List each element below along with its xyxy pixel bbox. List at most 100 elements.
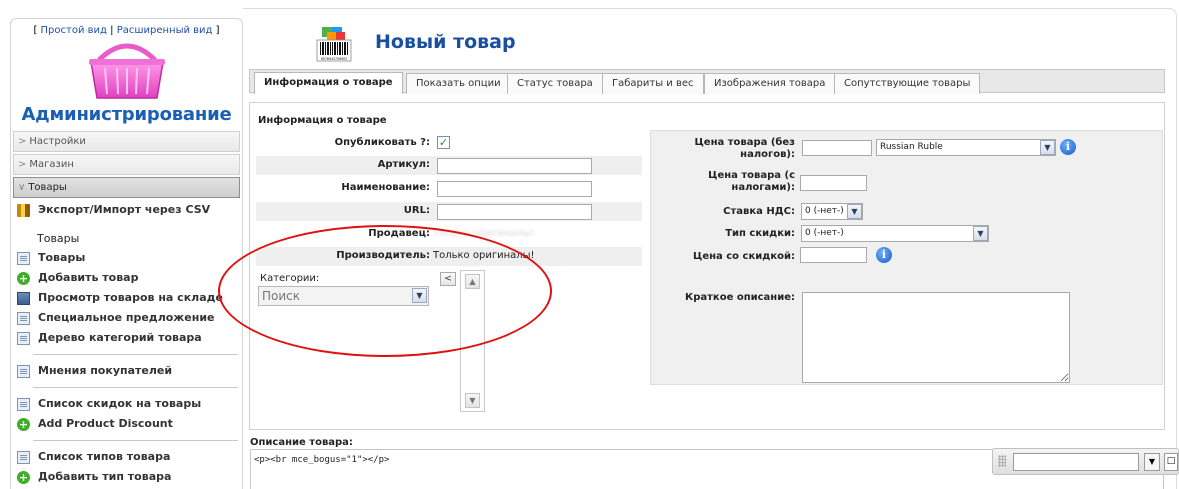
section-products[interactable]: ∨ Товары: [13, 177, 240, 198]
sidebar-item-label: Add Product Discount: [38, 417, 173, 430]
document-icon: [17, 311, 30, 325]
tab-product-status[interactable]: Статус товара: [507, 73, 603, 94]
section-settings[interactable]: > Настройки: [13, 131, 240, 152]
price-gross-label: Цена товара (с налогами):: [708, 170, 795, 193]
description-label: Описание товара:: [250, 437, 353, 448]
tab-product-info[interactable]: Информация о товаре: [254, 72, 403, 94]
admin-sidebar: [ Простой вид | Расширенный вид ] Админи…: [10, 18, 243, 489]
row-publish: Опубликовать ?: ✓: [256, 134, 642, 153]
divider: [33, 440, 238, 441]
discount-type-select[interactable]: 0 (-нет-) ▼: [801, 225, 989, 242]
sidebar-item-discount-list[interactable]: Список скидок на товары: [11, 394, 242, 414]
sidebar-item-category-tree[interactable]: Дерево категорий товара: [11, 328, 242, 348]
scroll-down-icon[interactable]: ▼: [465, 393, 480, 408]
plus-icon: +: [17, 271, 30, 285]
scroll-up-icon[interactable]: ▲: [465, 274, 480, 289]
chevron-down-icon[interactable]: ▼: [1040, 140, 1055, 155]
sidebar-item-special[interactable]: Специальное предложение: [11, 308, 242, 328]
plus-icon: +: [17, 417, 30, 431]
section-settings-label: Настройки: [29, 136, 86, 147]
currency-value: Russian Ruble: [880, 142, 943, 152]
sidebar-item-reviews[interactable]: Мнения покупателей: [11, 361, 242, 381]
sidebar-item-add-type[interactable]: + Добавить тип товара: [11, 467, 242, 487]
discounted-price-input[interactable]: [800, 247, 867, 263]
name-input[interactable]: [437, 181, 592, 197]
admin-title: Администрирование: [21, 104, 232, 125]
vat-value: 0 (-нет-): [805, 206, 844, 216]
price-net-label: Цена товара (без налогов):: [694, 137, 795, 160]
tab-images[interactable]: Изображения товара: [704, 73, 836, 94]
vat-select[interactable]: 0 (-нет-) ▼: [801, 203, 863, 220]
window-icon[interactable]: □: [1164, 453, 1178, 471]
chevron-down-icon[interactable]: ▼: [847, 204, 862, 219]
sidebar-group-label: Товары: [37, 232, 80, 245]
categories-list[interactable]: ▲ ▼: [460, 270, 485, 412]
extended-view-link[interactable]: Расширенный вид: [117, 25, 213, 36]
document-icon: [17, 364, 30, 378]
row-vendor: Продавец: Только оригиналы!: [256, 225, 642, 244]
stock-icon: [17, 291, 30, 305]
chevron-down-icon[interactable]: ▼: [973, 226, 988, 241]
short-desc-label: Краткое описание:: [685, 292, 795, 303]
price-net-input[interactable]: [802, 140, 872, 156]
move-left-button[interactable]: <: [440, 272, 456, 286]
row-sku: Артикул:: [256, 156, 642, 175]
section-products-label: Товары: [28, 182, 67, 193]
row-manufacturer: Производитель: Только оригиналы!: [256, 247, 642, 266]
tab-show-options[interactable]: Показать опции: [406, 73, 511, 94]
csv-icon: [17, 203, 30, 217]
sidebar-item-label: Экспорт/Импорт через CSV: [38, 203, 211, 216]
sidebar-item-label: Товары: [38, 251, 86, 264]
divider: [33, 387, 238, 388]
currency-select[interactable]: Russian Ruble ▼: [876, 139, 1056, 156]
tab-related[interactable]: Сопутствующие товары: [834, 73, 981, 94]
vat-label: Ставка НДС:: [723, 206, 795, 217]
discount-type-value: 0 (-нет-): [805, 228, 844, 238]
simple-view-link[interactable]: Простой вид: [41, 25, 107, 36]
document-icon: [17, 397, 30, 411]
categories-search-select[interactable]: Поиск ▼: [258, 286, 429, 306]
document-icon: [17, 450, 30, 464]
sidebar-item-type-list[interactable]: Список типов товара: [11, 447, 242, 467]
discounted-price-label: Цена со скидкой:: [693, 251, 795, 262]
chevron-down-icon[interactable]: ▼: [1144, 453, 1160, 471]
sidebar-item-label: Список типов товара: [38, 450, 171, 463]
categories-search-placeholder: Поиск: [262, 289, 301, 303]
url-input[interactable]: [437, 204, 592, 220]
sidebar-item-label: Список скидок на товары: [38, 397, 202, 410]
chevron-down-icon[interactable]: ▼: [412, 288, 427, 303]
section-shop[interactable]: > Магазин: [13, 154, 240, 175]
document-icon: [17, 251, 30, 265]
sidebar-item-csv[interactable]: Экспорт/Импорт через CSV: [11, 200, 242, 220]
sidebar-item-products[interactable]: Товары: [11, 248, 242, 268]
description-code: <p><br mce_bogus="1"></p>: [254, 455, 390, 465]
toolbar-input[interactable]: [1013, 453, 1139, 471]
categories-label: Категории:: [260, 273, 320, 284]
info-icon[interactable]: i: [1060, 139, 1076, 155]
short-desc-textarea[interactable]: [802, 292, 1070, 383]
sidebar-item-add-discount[interactable]: + Add Product Discount: [11, 414, 242, 434]
sku-label: Артикул:: [377, 159, 430, 170]
publish-label: Опубликовать ?:: [334, 137, 430, 148]
divider: [33, 354, 238, 355]
publish-checkbox[interactable]: ✓: [437, 136, 450, 149]
barcode-product-icon: 6078943756903: [316, 27, 352, 62]
sidebar-item-label: Дерево категорий товара: [38, 331, 202, 344]
tab-dimensions[interactable]: Габариты и вес: [602, 73, 704, 94]
section-title: Информация о товаре: [258, 115, 387, 126]
sku-input[interactable]: [437, 158, 592, 174]
sidebar-item-label: Добавить тип товара: [38, 470, 172, 483]
chevron-right-icon: >: [18, 136, 27, 147]
floating-toolbar: ▼ □: [992, 448, 1179, 475]
manufacturer-label: Производитель:: [336, 250, 430, 261]
barcode-digits: 6078943756903: [321, 57, 347, 61]
sidebar-item-stock[interactable]: Просмотр товаров на складе: [11, 288, 242, 308]
drag-handle-icon[interactable]: [998, 455, 1006, 467]
info-icon[interactable]: i: [876, 247, 892, 263]
price-gross-input[interactable]: [800, 175, 867, 191]
tab-bar: Информация о товаре Показать опции Стату…: [249, 69, 1165, 94]
sidebar-item-add-product[interactable]: + Добавить товар: [11, 268, 242, 288]
sidebar-item-label: Просмотр товаров на складе: [38, 291, 223, 304]
plus-icon: +: [17, 470, 30, 484]
section-shop-label: Магазин: [29, 159, 74, 170]
